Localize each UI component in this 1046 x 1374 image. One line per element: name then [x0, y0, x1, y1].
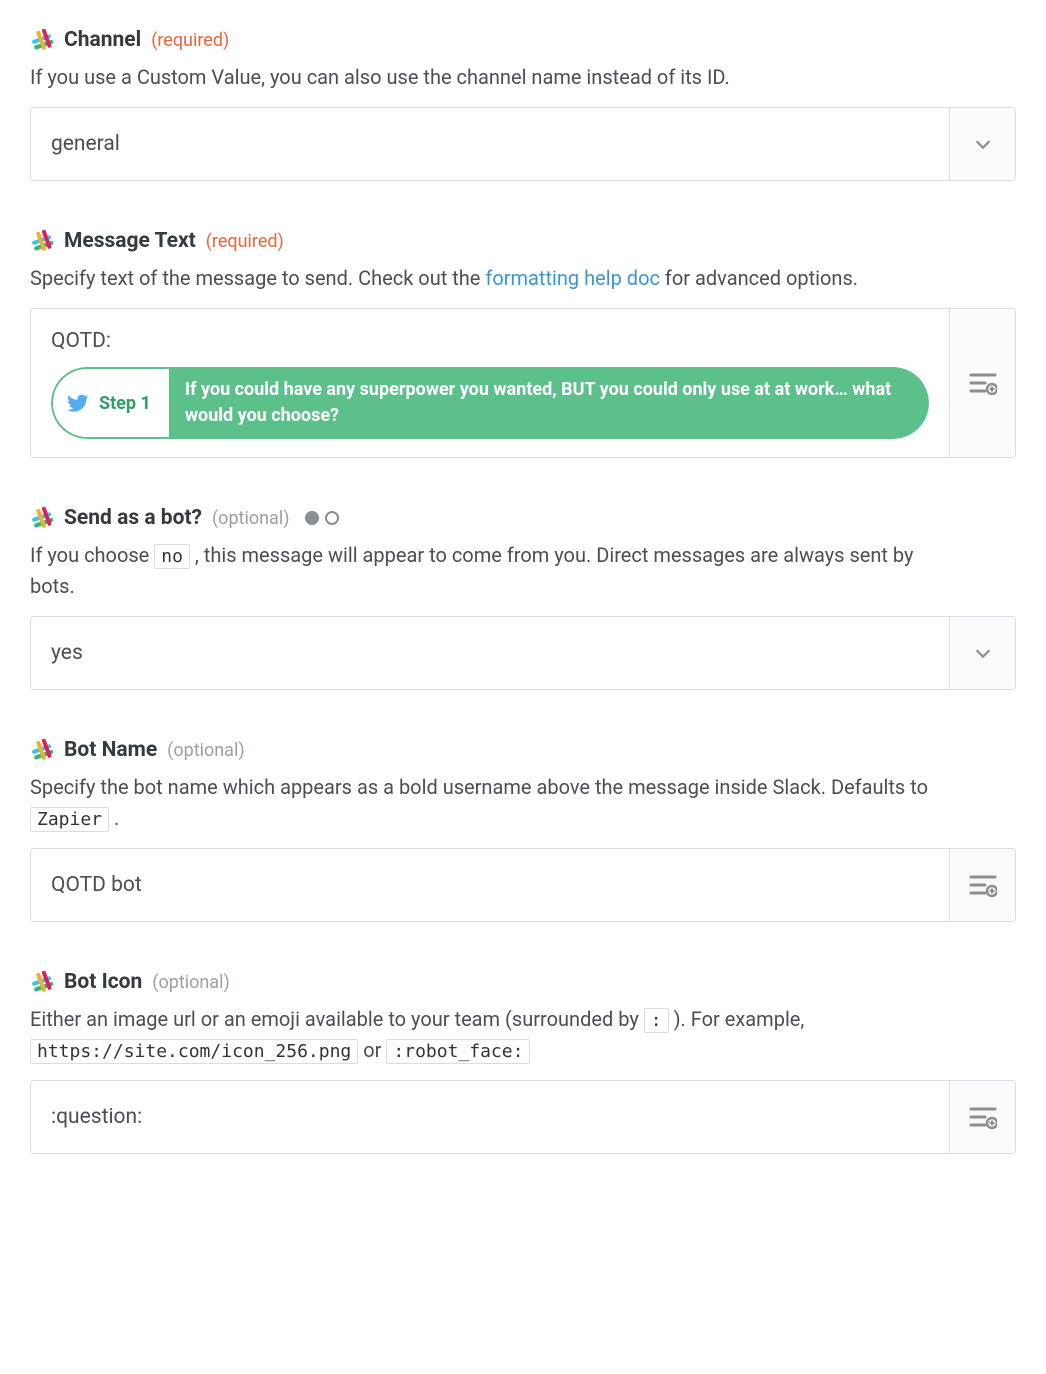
field-header: Bot Icon (optional): [30, 970, 1016, 994]
desc-text: for advanced options.: [660, 266, 858, 290]
desc-text: or: [358, 1038, 386, 1062]
field-channel: Channel (required) If you use a Custom V…: [30, 28, 1016, 181]
dropdown-toggle[interactable]: [949, 617, 1015, 689]
bot-icon-input[interactable]: :question:: [30, 1080, 1016, 1154]
slack-icon: [30, 28, 54, 52]
field-header: Bot Name (optional): [30, 738, 1016, 762]
field-description: Either an image url or an emoji availabl…: [30, 1004, 930, 1066]
desc-text: Specify text of the message to send. Che…: [30, 266, 485, 290]
message-text-content: QOTD: Step 1 If you could have any super…: [31, 309, 949, 457]
desc-text: If you choose: [30, 543, 154, 567]
optional-tag: (optional): [152, 972, 229, 993]
desc-text: Specify the bot name which appears as a …: [30, 775, 928, 799]
pill-value-text: If you could have any superpower you wan…: [169, 367, 929, 439]
insert-data-button[interactable]: [949, 1081, 1015, 1153]
dropdown-toggle[interactable]: [949, 108, 1015, 180]
inline-code: :robot_face:: [386, 1039, 530, 1064]
dynamic-value-pill[interactable]: Step 1 If you could have any superpower …: [51, 367, 929, 439]
optional-tag: (optional): [212, 508, 289, 529]
slack-icon: [30, 738, 54, 762]
send-as-bot-select[interactable]: yes: [30, 616, 1016, 690]
insert-data-button[interactable]: [949, 309, 1015, 457]
field-label: Send as a bot?: [64, 506, 202, 530]
field-description: If you choose no , this message will app…: [30, 540, 930, 602]
formatting-help-link[interactable]: formatting help doc: [485, 266, 660, 290]
optional-tag: (optional): [167, 740, 244, 761]
bot-name-value: QOTD bot: [31, 849, 949, 921]
field-description: Specify text of the message to send. Che…: [30, 263, 930, 294]
field-description: Specify the bot name which appears as a …: [30, 772, 930, 834]
message-text-input[interactable]: QOTD: Step 1 If you could have any super…: [30, 308, 1016, 458]
insert-data-icon: [969, 873, 997, 897]
field-header: Message Text (required): [30, 229, 1016, 253]
inline-code: https://site.com/icon_256.png: [30, 1039, 358, 1064]
slack-icon: [30, 506, 54, 530]
field-label: Channel: [64, 28, 141, 52]
field-bot-icon: Bot Icon (optional) Either an image url …: [30, 970, 1016, 1154]
field-label: Bot Icon: [64, 970, 142, 994]
channel-select[interactable]: general: [30, 107, 1016, 181]
twitter-icon: [67, 392, 89, 414]
inline-code: no: [154, 544, 190, 569]
send-as-bot-value: yes: [31, 617, 949, 689]
pill-step-label: Step 1: [99, 393, 151, 414]
pill-source: Step 1: [51, 367, 169, 439]
slack-icon: [30, 229, 54, 253]
field-header: Channel (required): [30, 28, 1016, 52]
form-page: Channel (required) If you use a Custom V…: [0, 0, 1046, 1194]
boolean-indicator: [305, 511, 339, 525]
bot-icon-value: :question:: [31, 1081, 949, 1153]
radio-empty-icon: [325, 511, 339, 525]
field-label: Bot Name: [64, 738, 157, 762]
inline-code: :: [644, 1008, 669, 1033]
insert-data-button[interactable]: [949, 849, 1015, 921]
field-header: Send as a bot? (optional): [30, 506, 1016, 530]
desc-text: Either an image url or an emoji availabl…: [30, 1007, 644, 1031]
message-prefix-text: QOTD:: [51, 329, 111, 353]
field-message-text: Message Text (required) Specify text of …: [30, 229, 1016, 458]
bot-name-input[interactable]: QOTD bot: [30, 848, 1016, 922]
field-send-as-bot: Send as a bot? (optional) If you choose …: [30, 506, 1016, 690]
field-description: If you use a Custom Value, you can also …: [30, 62, 930, 93]
field-bot-name: Bot Name (optional) Specify the bot name…: [30, 738, 1016, 922]
channel-select-value: general: [31, 108, 949, 180]
desc-text: .: [109, 806, 119, 830]
chevron-down-icon: [972, 642, 994, 664]
field-label: Message Text: [64, 229, 196, 253]
slack-icon: [30, 970, 54, 994]
chevron-down-icon: [972, 133, 994, 155]
insert-data-icon: [969, 1105, 997, 1129]
required-tag: (required): [151, 30, 229, 51]
insert-data-icon: [969, 371, 997, 395]
inline-code: Zapier: [30, 807, 109, 832]
desc-text: ). For example,: [669, 1007, 805, 1031]
required-tag: (required): [206, 231, 284, 252]
radio-filled-icon: [305, 511, 319, 525]
